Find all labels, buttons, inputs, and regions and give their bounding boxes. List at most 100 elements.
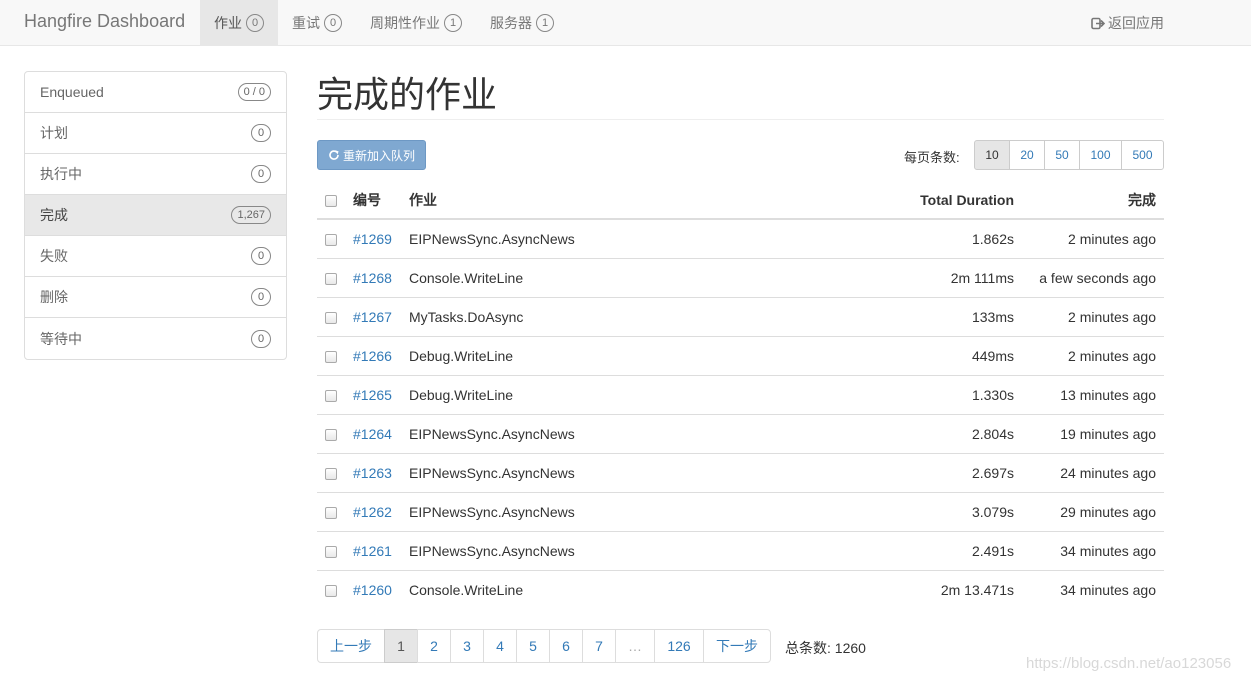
job-done-cell: 24 minutes ago xyxy=(1022,452,1164,492)
job-done-cell: 19 minutes ago xyxy=(1022,413,1164,453)
pagination-prev[interactable]: 上一步 xyxy=(317,629,385,663)
job-duration-cell: 2.491s xyxy=(842,530,1022,570)
job-name-cell: MyTasks.DoAsync xyxy=(401,296,842,336)
job-done-cell: 29 minutes ago xyxy=(1022,491,1164,531)
sidebar-item-processing[interactable]: 执行中 0 xyxy=(25,154,286,195)
job-id-link[interactable]: #1262 xyxy=(353,504,392,520)
per-page-option-50[interactable]: 50 xyxy=(1044,140,1080,170)
job-id-link[interactable]: #1269 xyxy=(353,231,392,247)
sidebar-item-failed[interactable]: 失败 0 xyxy=(25,236,286,277)
refresh-icon xyxy=(329,150,339,160)
pagination-page-126[interactable]: 126 xyxy=(654,629,704,663)
job-id-link[interactable]: #1260 xyxy=(353,582,392,598)
job-id-cell: #1269 xyxy=(345,219,401,258)
job-id-link[interactable]: #1266 xyxy=(353,348,392,364)
per-page-option-500[interactable]: 500 xyxy=(1121,140,1164,170)
row-checkbox[interactable] xyxy=(325,467,337,480)
job-state-sidebar: Enqueued 0 / 0 计划 0 执行中 0 完成 1,267 失败 0 … xyxy=(24,71,287,360)
pagination-page-7[interactable]: 7 xyxy=(582,629,616,663)
job-name-cell: Console.WriteLine xyxy=(401,257,842,297)
total-count: 总条数: 1260 xyxy=(785,638,866,658)
job-id-link[interactable]: #1267 xyxy=(353,309,392,325)
per-page-option-100[interactable]: 100 xyxy=(1079,140,1122,170)
sidebar-item-count: 0 xyxy=(251,288,271,306)
sidebar-item-succeeded[interactable]: 完成 1,267 xyxy=(25,195,286,236)
sidebar-item-awaiting[interactable]: 等待中 0 xyxy=(25,318,286,359)
row-checkbox[interactable] xyxy=(325,234,337,247)
brand-title[interactable]: Hangfire Dashboard xyxy=(24,11,185,32)
job-done-cell: 2 minutes ago xyxy=(1022,296,1164,336)
job-name-cell: EIPNewsSync.AsyncNews xyxy=(409,230,575,247)
job-name-cell: EIPNewsSync.AsyncNews xyxy=(401,491,842,531)
per-page-option-10[interactable]: 10 xyxy=(974,140,1010,170)
watermark-text: https://blog.csdn.net/ao123056 xyxy=(1026,655,1232,672)
row-select-cell xyxy=(317,257,345,297)
job-rows: #1269 EIPNewsSync.AsyncNews 1.862s 2 minute… xyxy=(317,219,1164,609)
requeue-button[interactable]: 重新加入队列 xyxy=(317,140,426,170)
per-page-label: 每页条数: xyxy=(904,150,960,165)
select-all-checkbox[interactable] xyxy=(325,194,337,207)
row-checkbox[interactable] xyxy=(325,428,337,441)
row-checkbox[interactable] xyxy=(325,545,337,558)
pagination-next[interactable]: 下一步 xyxy=(703,629,771,663)
nav-retries[interactable]: 重试 0 xyxy=(278,0,356,46)
row-checkbox[interactable] xyxy=(325,389,337,402)
header-total-duration: Total Duration xyxy=(842,181,1022,220)
pagination-page-2[interactable]: 2 xyxy=(417,629,451,663)
row-checkbox[interactable] xyxy=(325,350,337,363)
row-checkbox[interactable] xyxy=(325,506,337,519)
row-select-cell xyxy=(317,413,345,453)
row-select-cell xyxy=(317,219,345,258)
job-name-cell: Console.WriteLine xyxy=(401,569,842,609)
sign-out-icon xyxy=(1091,17,1105,29)
job-duration-cell: 2.697s xyxy=(842,452,1022,492)
sidebar-item-deleted[interactable]: 删除 0 xyxy=(25,277,286,318)
title-divider xyxy=(317,119,1164,120)
header-job: 作业 xyxy=(401,181,842,220)
pagination-page-1[interactable]: 1 xyxy=(384,629,418,663)
main-nav: 作业 0 重试 0 周期性作业 1 服务器 1 xyxy=(200,0,568,46)
job-name-cell: Debug.WriteLine xyxy=(401,374,842,414)
row-checkbox[interactable] xyxy=(325,585,337,598)
sidebar-item-scheduled[interactable]: 计划 0 xyxy=(25,113,286,154)
sidebar-item-label: 执行中 xyxy=(40,166,82,182)
nav-jobs-label: 作业 xyxy=(214,15,242,31)
job-id-link[interactable]: #1264 xyxy=(353,426,392,442)
header-id: 编号 xyxy=(345,181,401,220)
nav-jobs[interactable]: 作业 0 xyxy=(200,0,278,46)
nav-recurring-count-badge: 1 xyxy=(444,14,462,32)
pagination-page-4[interactable]: 4 xyxy=(483,629,517,663)
job-id-link[interactable]: #1261 xyxy=(353,543,392,559)
back-to-app-label: 返回应用 xyxy=(1108,15,1164,31)
pagination-page-6[interactable]: 6 xyxy=(549,629,583,663)
table-row: #1268 Console.WriteLine 2m 111ms a few seco… xyxy=(317,257,1164,297)
job-id-link[interactable]: #1268 xyxy=(353,270,392,286)
table-header-row: 编号 作业 Total Duration 完成 xyxy=(317,181,1164,220)
nav-recurring[interactable]: 周期性作业 1 xyxy=(356,0,476,46)
job-duration-cell: 2m 13.471s xyxy=(842,569,1022,609)
job-id-cell: #1262 xyxy=(345,491,401,531)
sidebar-item-enqueued[interactable]: Enqueued 0 / 0 xyxy=(25,72,286,113)
nav-servers[interactable]: 服务器 1 xyxy=(476,0,568,46)
table-row: #1263 EIPNewsSync.AsyncNews 2.697s 24 minut… xyxy=(317,452,1164,492)
nav-jobs-count-badge: 0 xyxy=(246,14,264,32)
job-id-cell: #1267 xyxy=(345,296,401,336)
per-page-option-20[interactable]: 20 xyxy=(1009,140,1045,170)
pagination-page-3[interactable]: 3 xyxy=(450,629,484,663)
back-to-app-link[interactable]: 返回应用 xyxy=(1091,13,1164,33)
row-checkbox[interactable] xyxy=(325,311,337,324)
pagination: 上一步 1 2 3 4 5 6 7 … 126 下一步 xyxy=(317,629,771,663)
requeue-button-label: 重新加入队列 xyxy=(342,148,415,163)
succeeded-jobs-table: 编号 作业 Total Duration 完成 #1269 EIPNewsSync… xyxy=(317,181,1164,609)
job-id-cell: #1261 xyxy=(345,530,401,570)
sidebar-item-label: 失败 xyxy=(40,248,68,264)
table-row: #1261 EIPNewsSync.AsyncNews 2.491s 34 minut… xyxy=(317,530,1164,570)
job-id-link[interactable]: #1263 xyxy=(353,465,392,481)
job-id-link[interactable]: #1265 xyxy=(353,387,392,403)
sidebar-item-label: 删除 xyxy=(40,289,68,305)
pagination-page-5[interactable]: 5 xyxy=(516,629,550,663)
job-done-cell: 2 minutes ago xyxy=(1068,230,1156,247)
nav-retries-count-badge: 0 xyxy=(324,14,342,32)
row-checkbox[interactable] xyxy=(325,272,337,285)
table-row: #1262 EIPNewsSync.AsyncNews 3.079s 29 minut… xyxy=(317,491,1164,531)
